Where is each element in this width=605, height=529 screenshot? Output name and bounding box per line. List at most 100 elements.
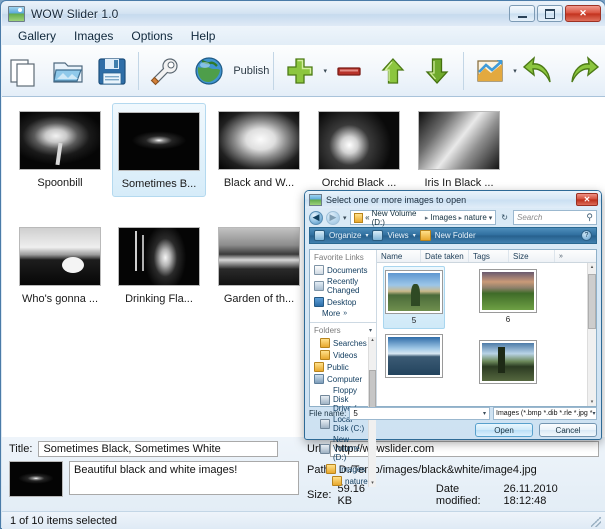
- file-open-dialog: Select one or more images to open ✕ ◀ ▶ …: [304, 190, 602, 487]
- title-input[interactable]: Sometimes Black, Sometimes White: [38, 441, 279, 457]
- organize-caret-icon[interactable]: ▾: [365, 232, 368, 239]
- file-thumb-0: [385, 270, 443, 314]
- gallery-thumb-4[interactable]: Iris In Black ...: [412, 107, 506, 195]
- file-tile-0[interactable]: 5: [383, 266, 445, 329]
- undo-button[interactable]: [517, 48, 561, 94]
- close-button[interactable]: ✕: [565, 5, 601, 22]
- column-header-tags[interactable]: Tags: [469, 250, 509, 262]
- views-button[interactable]: Views: [387, 231, 408, 240]
- sidebar-item-more[interactable]: More »: [310, 308, 376, 319]
- tree-item-computer[interactable]: Computer: [310, 373, 369, 385]
- column-header-more-icon[interactable]: »: [555, 250, 563, 262]
- gallery-thumb-image-5: [19, 227, 101, 286]
- gallery-thumb-3[interactable]: Orchid Black ...: [312, 107, 406, 195]
- chart-icon: [477, 59, 504, 82]
- open-gallery-button[interactable]: [46, 48, 90, 94]
- properties-button[interactable]: [143, 48, 187, 94]
- breadcrumb-item-0[interactable]: New Volume (D:): [372, 209, 423, 227]
- tree-item-nature[interactable]: nature: [310, 475, 369, 487]
- gallery-thumb-image-3: [318, 111, 400, 170]
- tree-item-public[interactable]: Public: [310, 361, 369, 373]
- redo-button[interactable]: [561, 48, 605, 94]
- column-header-size[interactable]: Size: [509, 250, 555, 262]
- file-type-chevron-down-icon[interactable]: ▾: [593, 410, 596, 417]
- folders-scroll-down-icon[interactable]: ▾: [369, 480, 376, 487]
- breadcrumb-separator-icon-2: ▸: [458, 214, 463, 222]
- menu-item-options[interactable]: Options: [122, 27, 181, 45]
- gallery-thumb-7[interactable]: Garden of th...: [212, 223, 306, 311]
- breadcrumb-item-1[interactable]: Images: [430, 213, 456, 222]
- cancel-button[interactable]: Cancel: [539, 423, 597, 437]
- back-button[interactable]: ◀: [309, 210, 323, 225]
- file-tile-1[interactable]: 6: [477, 266, 539, 327]
- title-bar: WOW Slider 1.0 ✕: [2, 2, 605, 26]
- breadcrumb-chevron-down-icon[interactable]: ▾: [489, 214, 493, 222]
- description-input[interactable]: Beautiful black and white images!: [69, 461, 299, 495]
- dialog-close-button[interactable]: ✕: [576, 193, 598, 206]
- menu-item-help[interactable]: Help: [182, 27, 225, 45]
- history-dropdown-icon[interactable]: ▾: [343, 214, 347, 222]
- breadcrumb-item-2[interactable]: nature: [464, 213, 487, 222]
- column-header-date-taken[interactable]: Date taken: [421, 250, 469, 262]
- maximize-button[interactable]: [537, 5, 563, 22]
- move-down-button[interactable]: [415, 48, 459, 94]
- file-list-scroll-thumb[interactable]: [588, 274, 596, 329]
- views-caret-icon[interactable]: ▾: [413, 232, 416, 239]
- remove-images-button[interactable]: [327, 48, 371, 94]
- publish-button[interactable]: [187, 48, 231, 94]
- open-button[interactable]: Open: [475, 423, 533, 437]
- views-icon: [372, 230, 384, 241]
- dialog-app-icon: [309, 193, 322, 206]
- new-gallery-button[interactable]: [2, 48, 46, 94]
- tree-label-computer: Computer: [327, 374, 363, 384]
- resize-grip[interactable]: [591, 517, 601, 527]
- folders-chevron-down-icon[interactable]: ▾: [369, 327, 372, 334]
- gallery-thumb-image-6: [118, 227, 200, 286]
- help-icon[interactable]: ?: [581, 230, 592, 241]
- file-name-chevron-down-icon[interactable]: ▾: [483, 410, 486, 417]
- gallery-thumb-0[interactable]: Spoonbill: [13, 107, 107, 195]
- breadcrumb-bar[interactable]: « New Volume (D:) ▸ Images ▸ nature ▾: [349, 209, 497, 227]
- file-type-select[interactable]: Images (*.bmp *.dib *.rle *.jpg * ▾: [493, 407, 597, 420]
- move-up-button[interactable]: [371, 48, 415, 94]
- search-input[interactable]: Search ⚲: [513, 210, 597, 225]
- sidebar-label-recently-changed: Recently Changed: [327, 277, 360, 295]
- forward-button[interactable]: ▶: [326, 210, 340, 225]
- sidebar-item-desktop[interactable]: Desktop: [310, 296, 376, 308]
- gallery-thumb-2[interactable]: Black and W...: [212, 107, 306, 195]
- gallery-thumb-5[interactable]: Who's gonna ...: [13, 223, 107, 311]
- file-tile-3[interactable]: [477, 337, 539, 389]
- file-tiles-area[interactable]: 5 6 ▴ ▾: [377, 263, 596, 406]
- tree-item-videos[interactable]: Videos: [310, 349, 369, 361]
- folders-scroll-up-icon[interactable]: ▴: [369, 337, 376, 344]
- menu-item-images[interactable]: Images: [65, 27, 122, 45]
- column-header-name[interactable]: Name: [377, 250, 421, 262]
- sidebar-item-documents[interactable]: Documents: [310, 264, 376, 276]
- toolbar: Publish ▾ ▾: [2, 45, 605, 97]
- gallery-thumb-6[interactable]: Drinking Fla...: [112, 223, 206, 311]
- file-list-scroll-down-icon[interactable]: ▾: [588, 398, 596, 406]
- folders-header-label: Folders: [314, 326, 341, 335]
- gallery-thumb-1[interactable]: Sometimes B...: [112, 103, 206, 197]
- tree-label-images: Images: [339, 464, 366, 474]
- sidebar-item-recently-changed[interactable]: Recently Changed: [310, 276, 376, 296]
- effects-button[interactable]: [468, 48, 512, 94]
- save-gallery-button[interactable]: [90, 48, 134, 94]
- file-list-scrollbar[interactable]: ▴ ▾: [587, 263, 596, 406]
- drive-icon: [320, 443, 330, 454]
- folders-scroll-thumb[interactable]: [369, 370, 376, 409]
- organize-button[interactable]: Organize: [329, 231, 361, 240]
- add-images-button[interactable]: [278, 48, 322, 94]
- file-tile-2[interactable]: [383, 331, 445, 383]
- folders-header[interactable]: Folders ▾: [310, 323, 376, 337]
- refresh-icon[interactable]: ↻: [499, 213, 510, 222]
- tree-item-searches[interactable]: Searches: [310, 337, 369, 349]
- tree-item-new-volume[interactable]: New Volume (D:): [310, 434, 369, 463]
- file-list-scroll-up-icon[interactable]: ▴: [588, 263, 596, 271]
- minimize-button[interactable]: [509, 5, 535, 22]
- file-name-input[interactable]: 5 ▾: [349, 407, 490, 420]
- gallery-thumb-caption-5: Who's gonna ...: [21, 293, 99, 305]
- menu-item-gallery[interactable]: Gallery: [9, 27, 65, 45]
- tree-item-images[interactable]: Images: [310, 463, 369, 475]
- new-folder-button[interactable]: New Folder: [435, 231, 476, 240]
